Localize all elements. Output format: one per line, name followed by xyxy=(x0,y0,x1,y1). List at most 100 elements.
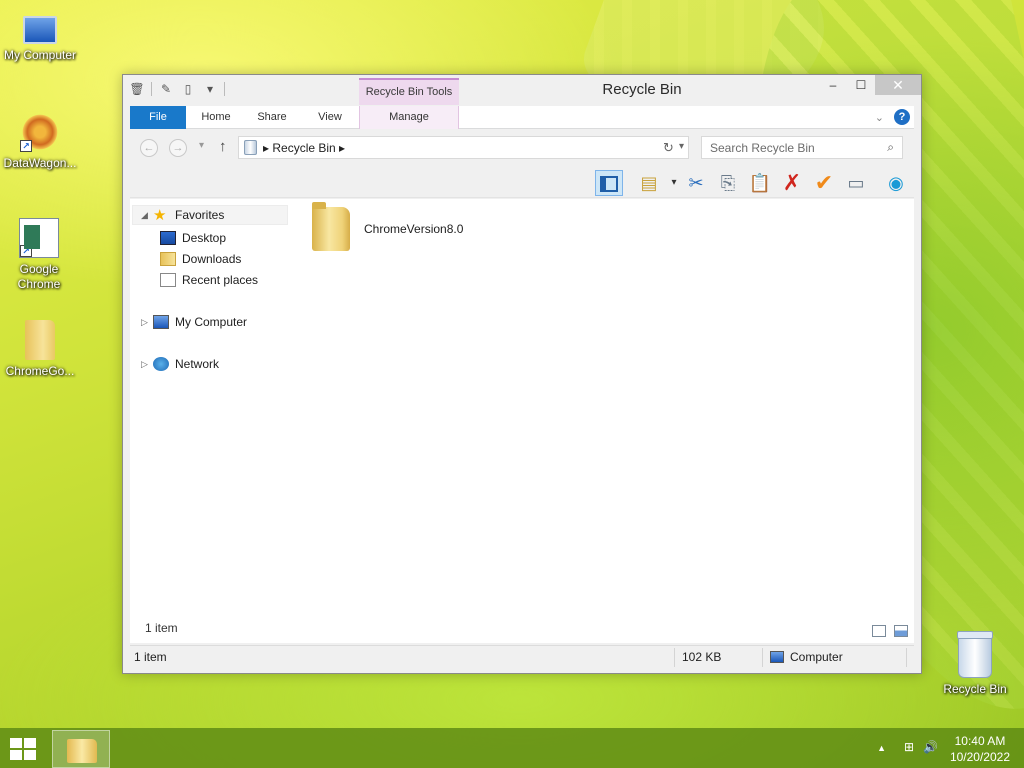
up-button[interactable]: ↑ xyxy=(219,138,227,155)
network-icon xyxy=(153,357,169,371)
computer-icon xyxy=(23,16,57,44)
desktop-icon-my-computer[interactable]: My Computer xyxy=(0,10,80,62)
address-bar[interactable]: ▸ Recycle Bin ▸ ▾ xyxy=(238,136,689,159)
desktop-icon-label: Google Chrome xyxy=(17,262,61,291)
status-size: 102 KB xyxy=(682,650,722,664)
preview-pane-button[interactable] xyxy=(595,170,623,196)
tab-file[interactable]: File xyxy=(130,106,186,129)
nav-label: My Computer xyxy=(175,315,248,329)
tab-home[interactable]: Home xyxy=(194,106,238,129)
nav-item-downloads[interactable]: Downloads xyxy=(160,252,241,266)
details-view-icon[interactable] xyxy=(872,625,886,637)
delete-x-icon: ✗ xyxy=(782,170,802,195)
nav-item-network[interactable]: ▷ Network xyxy=(141,357,219,371)
help-icon[interactable]: ? xyxy=(894,109,910,125)
downloads-folder-icon xyxy=(160,252,176,266)
expand-arrow-icon[interactable]: ▷ xyxy=(141,317,149,328)
divider xyxy=(674,648,675,667)
nav-label: Favorites xyxy=(175,208,225,222)
windows-logo-icon xyxy=(24,738,36,748)
clipboard-icon: 📋 xyxy=(748,173,772,193)
select-button[interactable]: ▤ xyxy=(635,170,663,196)
large-icons-view-icon[interactable] xyxy=(894,625,908,637)
volume-icon[interactable]: 🔊 xyxy=(923,740,938,754)
scissors-icon: ✂ xyxy=(688,173,704,193)
tab-manage[interactable]: Manage xyxy=(359,106,459,129)
status-item-count: 1 item xyxy=(134,650,167,664)
nav-label: Network xyxy=(175,357,220,371)
forward-button[interactable]: → xyxy=(169,139,187,157)
expand-arrow-icon[interactable]: ▷ xyxy=(141,359,149,370)
status-bar: 1 item 102 KB Computer xyxy=(130,645,914,668)
refresh-icon[interactable]: ↻ xyxy=(663,140,674,156)
view-buttons xyxy=(872,625,908,637)
item-count: 1 item xyxy=(145,621,178,635)
file-list: ChromeVersion8.0 xyxy=(310,199,914,643)
datawagon-icon: ↗ xyxy=(20,112,60,152)
computer-icon xyxy=(153,315,169,329)
tab-view[interactable]: View xyxy=(308,106,352,129)
maximize-button[interactable]: ☐ xyxy=(847,75,875,95)
folder-icon xyxy=(312,202,350,251)
rename-button[interactable]: ▭ xyxy=(842,170,870,196)
clock-time: 10:40 AM xyxy=(954,734,1006,748)
title-bar[interactable]: 🗑 ✎ ▯ ▾ Recycle Bin Tools Recycle Bin ‒ … xyxy=(123,75,921,105)
breadcrumb-item[interactable]: Recycle Bin xyxy=(272,141,335,155)
recent-locations-chevron-icon[interactable]: ▾ xyxy=(199,140,204,151)
shell-button[interactable]: ◉ xyxy=(882,170,910,196)
nav-label: Downloads xyxy=(182,252,242,266)
recycle-bin-small-icon xyxy=(244,140,257,155)
navigation-pane: ◢ ★ Favorites Desktop Downloads Recent p… xyxy=(130,199,298,643)
ribbon-tabs: File Home Share View Manage ⌄ ? xyxy=(130,106,914,129)
search-input[interactable]: Search Recycle Bin ⌕ xyxy=(701,136,903,159)
apply-button[interactable]: ✔ xyxy=(810,170,838,196)
close-button[interactable]: ✕ xyxy=(875,75,921,95)
desktop-icon-label: My Computer xyxy=(3,48,77,62)
folder-check-icon: ▤ xyxy=(640,173,658,193)
explorer-window: 🗑 ✎ ▯ ▾ Recycle Bin Tools Recycle Bin ‒ … xyxy=(122,74,922,674)
search-icon[interactable]: ⌕ xyxy=(887,140,894,155)
tab-share[interactable]: Share xyxy=(250,106,294,129)
network-tray-icon[interactable]: ⊞ xyxy=(904,740,914,754)
paste-button[interactable]: 📋 xyxy=(746,170,774,196)
rename-icon: ▭ xyxy=(847,173,865,193)
status-location-label: Computer xyxy=(790,650,843,664)
desktop-icon xyxy=(160,231,176,245)
status-location: Computer xyxy=(766,646,843,669)
shortcut-arrow-icon: ↗ xyxy=(20,245,32,257)
file-explorer-icon xyxy=(67,739,97,763)
collapse-arrow-icon[interactable]: ◢ xyxy=(141,210,149,221)
nav-item-desktop[interactable]: Desktop xyxy=(160,231,226,245)
nav-label: Desktop xyxy=(182,231,227,245)
desktop-icon-recycle-bin[interactable]: Recycle Bin xyxy=(935,631,1015,696)
nav-item-recent-places[interactable]: Recent places xyxy=(160,273,258,287)
shell-icon: ◉ xyxy=(888,173,904,193)
clock-date: 10/20/2022 xyxy=(949,750,1010,764)
recycle-bin-icon xyxy=(957,631,993,678)
divider xyxy=(762,648,763,667)
content-area: ◢ ★ Favorites Desktop Downloads Recent p… xyxy=(130,199,914,643)
windows-logo-icon xyxy=(10,738,22,748)
address-dropdown-chevron-icon[interactable]: ▾ xyxy=(679,141,684,152)
desktop-icon-chromego[interactable]: ChromeGo... xyxy=(0,320,80,378)
ribbon-controls: ⌄ ? xyxy=(875,109,910,125)
caption-buttons: ‒ ☐ ✕ xyxy=(819,75,921,95)
clock[interactable]: 10:40 AM 10/20/2022 xyxy=(950,733,1010,765)
start-button[interactable] xyxy=(10,738,38,760)
cut-button[interactable]: ✂ xyxy=(682,170,710,196)
star-icon: ★ xyxy=(153,207,167,224)
expand-ribbon-chevron-icon[interactable]: ⌄ xyxy=(875,111,884,124)
taskbar-file-explorer-button[interactable] xyxy=(52,730,110,768)
delete-button[interactable]: ✗ xyxy=(778,170,806,196)
show-hidden-icons-icon[interactable]: ▲ xyxy=(877,743,886,753)
copy-button[interactable]: ⎘ xyxy=(714,170,742,196)
back-button[interactable]: ← xyxy=(140,139,158,157)
shortcut-arrow-icon: ↗ xyxy=(20,140,32,152)
desktop-icon-datawagon[interactable]: ↗ DataWagon... xyxy=(0,112,80,170)
nav-item-my-computer[interactable]: ▷ My Computer xyxy=(141,315,247,329)
desktop-icon-google-chrome[interactable]: ↗ Google Chrome xyxy=(0,218,78,292)
file-item[interactable]: ChromeVersion8.0 xyxy=(312,202,463,251)
minimize-button[interactable]: ‒ xyxy=(819,75,847,95)
nav-item-favorites[interactable]: ◢ ★ Favorites xyxy=(132,205,288,225)
breadcrumb[interactable]: ▸ Recycle Bin ▸ xyxy=(263,141,345,155)
